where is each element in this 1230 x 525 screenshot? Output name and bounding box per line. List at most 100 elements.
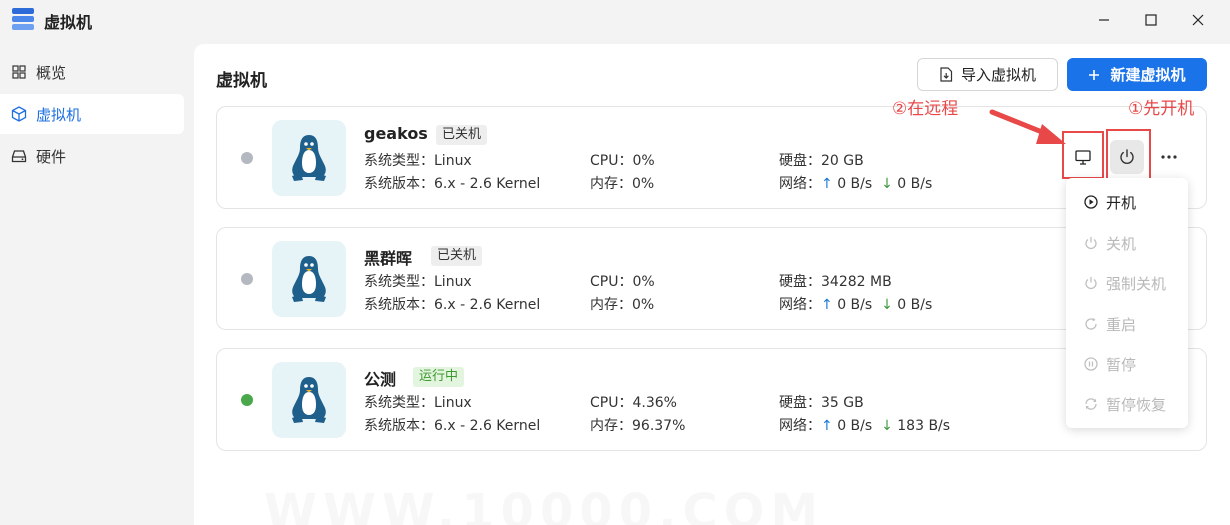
memory-label: 内存： [590,176,632,192]
network-row: 网络：↑ 0 B/s ↓ 183 B/s [779,415,950,435]
net-down-value: 0 B/s [897,297,933,313]
linux-tux-icon [272,362,346,438]
disk-label: 硬盘： [779,274,821,290]
grid-icon [10,63,28,81]
page-title: 虚拟机 [216,71,267,91]
more-dots-icon [1161,155,1177,159]
disk-row: 硬盘：35 GB [779,392,864,412]
more-button[interactable] [1152,140,1186,174]
os-type-row: 系统类型：Linux [364,392,472,412]
new-vm-label: 新建虚拟机 [1110,66,1186,84]
disk-label: 硬盘： [779,395,821,411]
net-down-value: 183 B/s [897,418,951,434]
upload-arrow-icon: ↑ [821,176,833,192]
minimize-button[interactable] [1081,0,1127,40]
os-type-value: Linux [434,274,472,290]
resume-icon [1085,398,1097,410]
sidebar-item-vms[interactable]: 虚拟机 [0,94,184,134]
cpu-label: CPU： [590,274,633,290]
menu-item-shutdown[interactable]: 关机 [1084,228,1136,258]
cpu-row: CPU：0% [590,271,655,291]
plus-icon [1089,69,1100,80]
close-button[interactable] [1175,0,1221,40]
watermark: WWW.10000.COM [264,484,824,525]
upload-arrow-icon: ↑ [821,418,833,434]
memory-value: 96.37% [632,418,686,434]
os-type-label: 系统类型： [364,153,434,169]
pause-circle-icon [1084,357,1098,371]
menu-item-pause[interactable]: 暂停 [1084,349,1136,379]
power-icon [1085,277,1097,290]
title-bar: 虚拟机 [0,0,1230,40]
sidebar-item-label: 概览 [36,63,67,82]
close-icon [1192,14,1204,26]
sidebar-item-overview[interactable]: 概览 [0,52,184,92]
download-arrow-icon: ↓ [881,297,893,313]
menu-item-start[interactable]: 开机 [1084,187,1136,217]
os-type-label: 系统类型： [364,395,434,411]
cpu-value: 4.36% [632,395,677,411]
cpu-value: 0% [632,153,655,169]
network-label: 网络： [779,176,821,192]
os-type-label: 系统类型： [364,274,434,290]
disk-value: 20 GB [821,153,864,169]
network-row: 网络：↑ 0 B/s ↓ 0 B/s [779,173,932,193]
menu-item-label: 强制关机 [1106,274,1167,293]
menu-item-label: 开机 [1106,193,1137,212]
os-version-value: 6.x - 2.6 Kernel [434,176,541,192]
cpu-value: 0% [632,274,655,290]
vm-card-gongce[interactable]: 公测 运行中 系统类型：Linux 系统版本：6.x - 2.6 Kernel … [216,348,1207,451]
net-up-value: 0 B/s [837,418,873,434]
sidebar-item-label: 硬件 [36,147,67,166]
vm-name: 黑群晖 [364,249,413,268]
vm-card-heiqunhui[interactable]: 黑群晖 已关机 系统类型：Linux 系统版本：6.x - 2.6 Kernel… [216,227,1207,330]
memory-row: 内存：0% [590,294,654,314]
linux-tux-icon [272,120,346,196]
status-badge: 运行中 [413,367,465,387]
net-up-value: 0 B/s [837,297,873,313]
highlight-power [1106,129,1151,180]
disk-value: 34282 MB [821,274,892,290]
menu-item-resume[interactable]: 暂停恢复 [1084,389,1166,419]
status-dot [241,394,253,406]
cpu-row: CPU：4.36% [590,392,677,412]
new-vm-button[interactable]: 新建虚拟机 [1067,58,1207,91]
os-version-label: 系统版本： [364,176,434,192]
hard-drive-icon [10,147,28,165]
disk-value: 35 GB [821,395,864,411]
os-type-value: Linux [434,395,472,411]
import-vm-button[interactable]: 导入虚拟机 [917,58,1058,91]
restart-icon [1085,317,1097,330]
menu-item-force-shutdown[interactable]: 强制关机 [1084,268,1166,298]
os-version-label: 系统版本： [364,297,434,313]
memory-value: 0% [632,176,655,192]
os-version-label: 系统版本： [364,418,434,434]
import-file-icon [940,67,953,82]
os-version-value: 6.x - 2.6 Kernel [434,418,541,434]
status-dot [241,152,253,164]
sidebar-item-hardware[interactable]: 硬件 [0,136,184,176]
power-icon [1085,237,1097,250]
menu-item-restart[interactable]: 重启 [1084,309,1136,339]
download-arrow-icon: ↓ [881,418,893,434]
cpu-label: CPU： [590,395,633,411]
power-dropdown-menu: 开机 关机 强制关机 重启 暂停 暂停恢复 [1066,178,1188,428]
menu-item-label: 重启 [1106,315,1137,334]
memory-value: 0% [632,297,655,313]
disk-row: 硬盘：20 GB [779,150,864,170]
net-down-value: 0 B/s [897,176,933,192]
cpu-label: CPU： [590,153,633,169]
net-up-value: 0 B/s [837,176,873,192]
memory-label: 内存： [590,297,632,313]
os-version-row: 系统版本：6.x - 2.6 Kernel [364,173,540,193]
download-arrow-icon: ↓ [881,176,893,192]
annotation-step1: ①先开机 [1128,99,1195,119]
status-badge: 已关机 [436,125,488,145]
memory-row: 内存：0% [590,173,654,193]
os-type-value: Linux [434,153,472,169]
cube-icon [10,105,28,123]
maximize-button[interactable] [1128,0,1174,40]
window-title: 虚拟机 [44,13,93,32]
play-circle-icon [1084,195,1098,209]
menu-item-label: 暂停恢复 [1106,395,1167,414]
